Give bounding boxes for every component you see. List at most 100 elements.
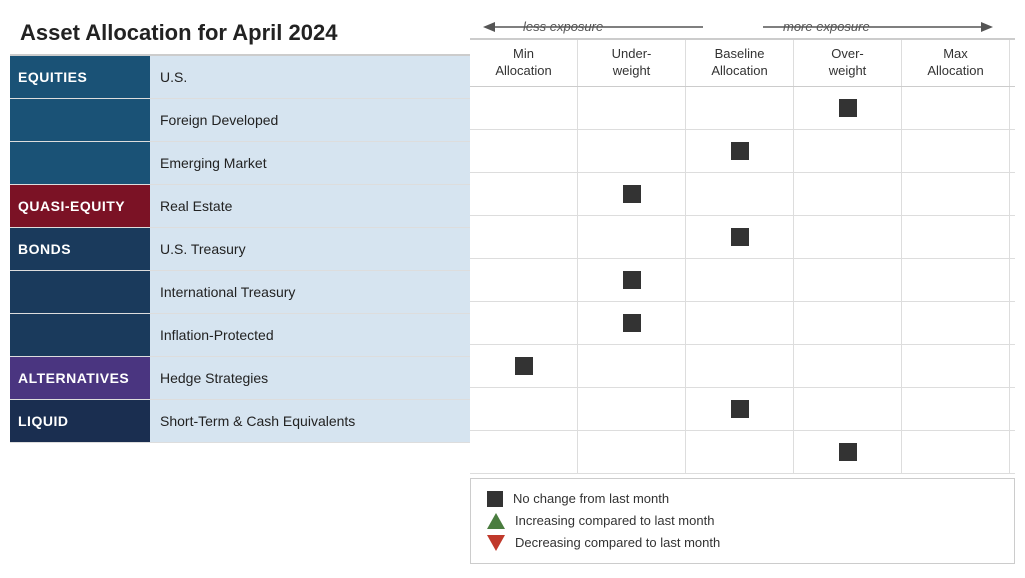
grid-cell-min — [470, 345, 578, 387]
category-cell: ALTERNATIVES — [10, 357, 150, 399]
marker-square — [731, 400, 749, 418]
marker-square — [839, 99, 857, 117]
category-cell: QUASI-EQUITY — [10, 185, 150, 227]
legend-triangle-down-icon — [487, 535, 505, 551]
col-header-min: MinAllocation — [470, 40, 578, 86]
grid-cell-underweight — [578, 345, 686, 387]
grid-cell-baseline — [686, 302, 794, 344]
category-cell: LIQUID — [10, 400, 150, 442]
grid-cell-max — [902, 87, 1010, 129]
grid-cell-max — [902, 388, 1010, 430]
grid-row — [470, 345, 1015, 388]
table-row: ALTERNATIVESHedge Strategies — [10, 357, 470, 400]
grid-cell-overweight — [794, 345, 902, 387]
grid-cell-overweight — [794, 87, 902, 129]
legend-text: Increasing compared to last month — [515, 513, 714, 528]
category-cell: EQUITIES — [10, 56, 150, 98]
subcategory-cell: U.S. — [150, 56, 470, 98]
category-cell — [10, 99, 150, 141]
subcategory-cell: Real Estate — [150, 185, 470, 227]
grid-cell-max — [902, 216, 1010, 258]
grid-cell-overweight — [794, 388, 902, 430]
grid-row — [470, 173, 1015, 216]
legend-text: No change from last month — [513, 491, 669, 506]
grid-row — [470, 130, 1015, 173]
legend-row: No change from last month — [487, 491, 998, 507]
page-container: Asset Allocation for April 2024 EQUITIES… — [10, 10, 1015, 564]
marker-square — [623, 314, 641, 332]
subcategory-cell: International Treasury — [150, 271, 470, 313]
grid-cell-min — [470, 259, 578, 301]
grid-body — [470, 87, 1015, 474]
table-row: Inflation-Protected — [10, 314, 470, 357]
grid-cell-min — [470, 431, 578, 473]
marker-square — [839, 443, 857, 461]
grid-row — [470, 431, 1015, 474]
asset-table: EQUITIESU.S.Foreign DevelopedEmerging Ma… — [10, 54, 470, 443]
col-header-max: MaxAllocation — [902, 40, 1010, 86]
category-cell — [10, 314, 150, 356]
grid-cell-max — [902, 259, 1010, 301]
svg-text:less exposure: less exposure — [523, 19, 603, 34]
grid-cell-underweight — [578, 259, 686, 301]
subcategory-cell: Short-Term & Cash Equivalents — [150, 400, 470, 442]
grid-cell-overweight — [794, 173, 902, 215]
right-section: less exposure more exposure MinAllocatio… — [470, 10, 1015, 564]
table-row: QUASI-EQUITYReal Estate — [10, 185, 470, 228]
subcategory-cell: Inflation-Protected — [150, 314, 470, 356]
grid-cell-underweight — [578, 130, 686, 172]
marker-square — [623, 271, 641, 289]
grid-cell-min — [470, 173, 578, 215]
grid-cell-overweight — [794, 259, 902, 301]
marker-square — [515, 357, 533, 375]
grid-cell-overweight — [794, 216, 902, 258]
grid-cell-overweight — [794, 431, 902, 473]
subcategory-cell: Foreign Developed — [150, 99, 470, 141]
grid-cell-baseline — [686, 87, 794, 129]
grid-cell-min — [470, 388, 578, 430]
table-row: Emerging Market — [10, 142, 470, 185]
grid-cell-baseline — [686, 259, 794, 301]
page-title: Asset Allocation for April 2024 — [10, 10, 470, 54]
grid-cell-baseline — [686, 173, 794, 215]
top-row: Asset Allocation for April 2024 EQUITIES… — [10, 10, 1015, 564]
grid-row — [470, 87, 1015, 130]
grid-cell-max — [902, 130, 1010, 172]
grid-row — [470, 388, 1015, 431]
grid-cell-max — [902, 173, 1010, 215]
col-header-overweight: Over-weight — [794, 40, 902, 86]
legend-row: Decreasing compared to last month — [487, 535, 998, 551]
grid-row — [470, 259, 1015, 302]
grid-cell-underweight — [578, 388, 686, 430]
exposure-arrow-svg: less exposure more exposure — [473, 16, 1013, 38]
category-cell — [10, 142, 150, 184]
grid-cell-min — [470, 216, 578, 258]
grid-cell-underweight — [578, 431, 686, 473]
marker-square — [731, 142, 749, 160]
grid-cell-underweight — [578, 302, 686, 344]
grid-row — [470, 216, 1015, 259]
grid-cell-overweight — [794, 302, 902, 344]
col-headers: MinAllocationUnder-weightBaselineAllocat… — [470, 38, 1015, 87]
grid-cell-baseline — [686, 130, 794, 172]
grid-cell-max — [902, 302, 1010, 344]
legend-square-icon — [487, 491, 503, 507]
table-row: EQUITIESU.S. — [10, 56, 470, 99]
table-row: International Treasury — [10, 271, 470, 314]
legend-row: Increasing compared to last month — [487, 513, 998, 529]
category-cell: BONDS — [10, 228, 150, 270]
grid-row — [470, 302, 1015, 345]
grid-cell-underweight — [578, 173, 686, 215]
grid-cell-overweight — [794, 130, 902, 172]
grid-cell-max — [902, 431, 1010, 473]
subcategory-cell: Hedge Strategies — [150, 357, 470, 399]
marker-square — [623, 185, 641, 203]
grid-cell-min — [470, 130, 578, 172]
table-row: LIQUIDShort-Term & Cash Equivalents — [10, 400, 470, 443]
grid-cell-baseline — [686, 388, 794, 430]
col-header-underweight: Under-weight — [578, 40, 686, 86]
category-cell — [10, 271, 150, 313]
grid-cell-underweight — [578, 87, 686, 129]
legend-box: No change from last month Increasing comp… — [470, 478, 1015, 564]
grid-cell-baseline — [686, 216, 794, 258]
